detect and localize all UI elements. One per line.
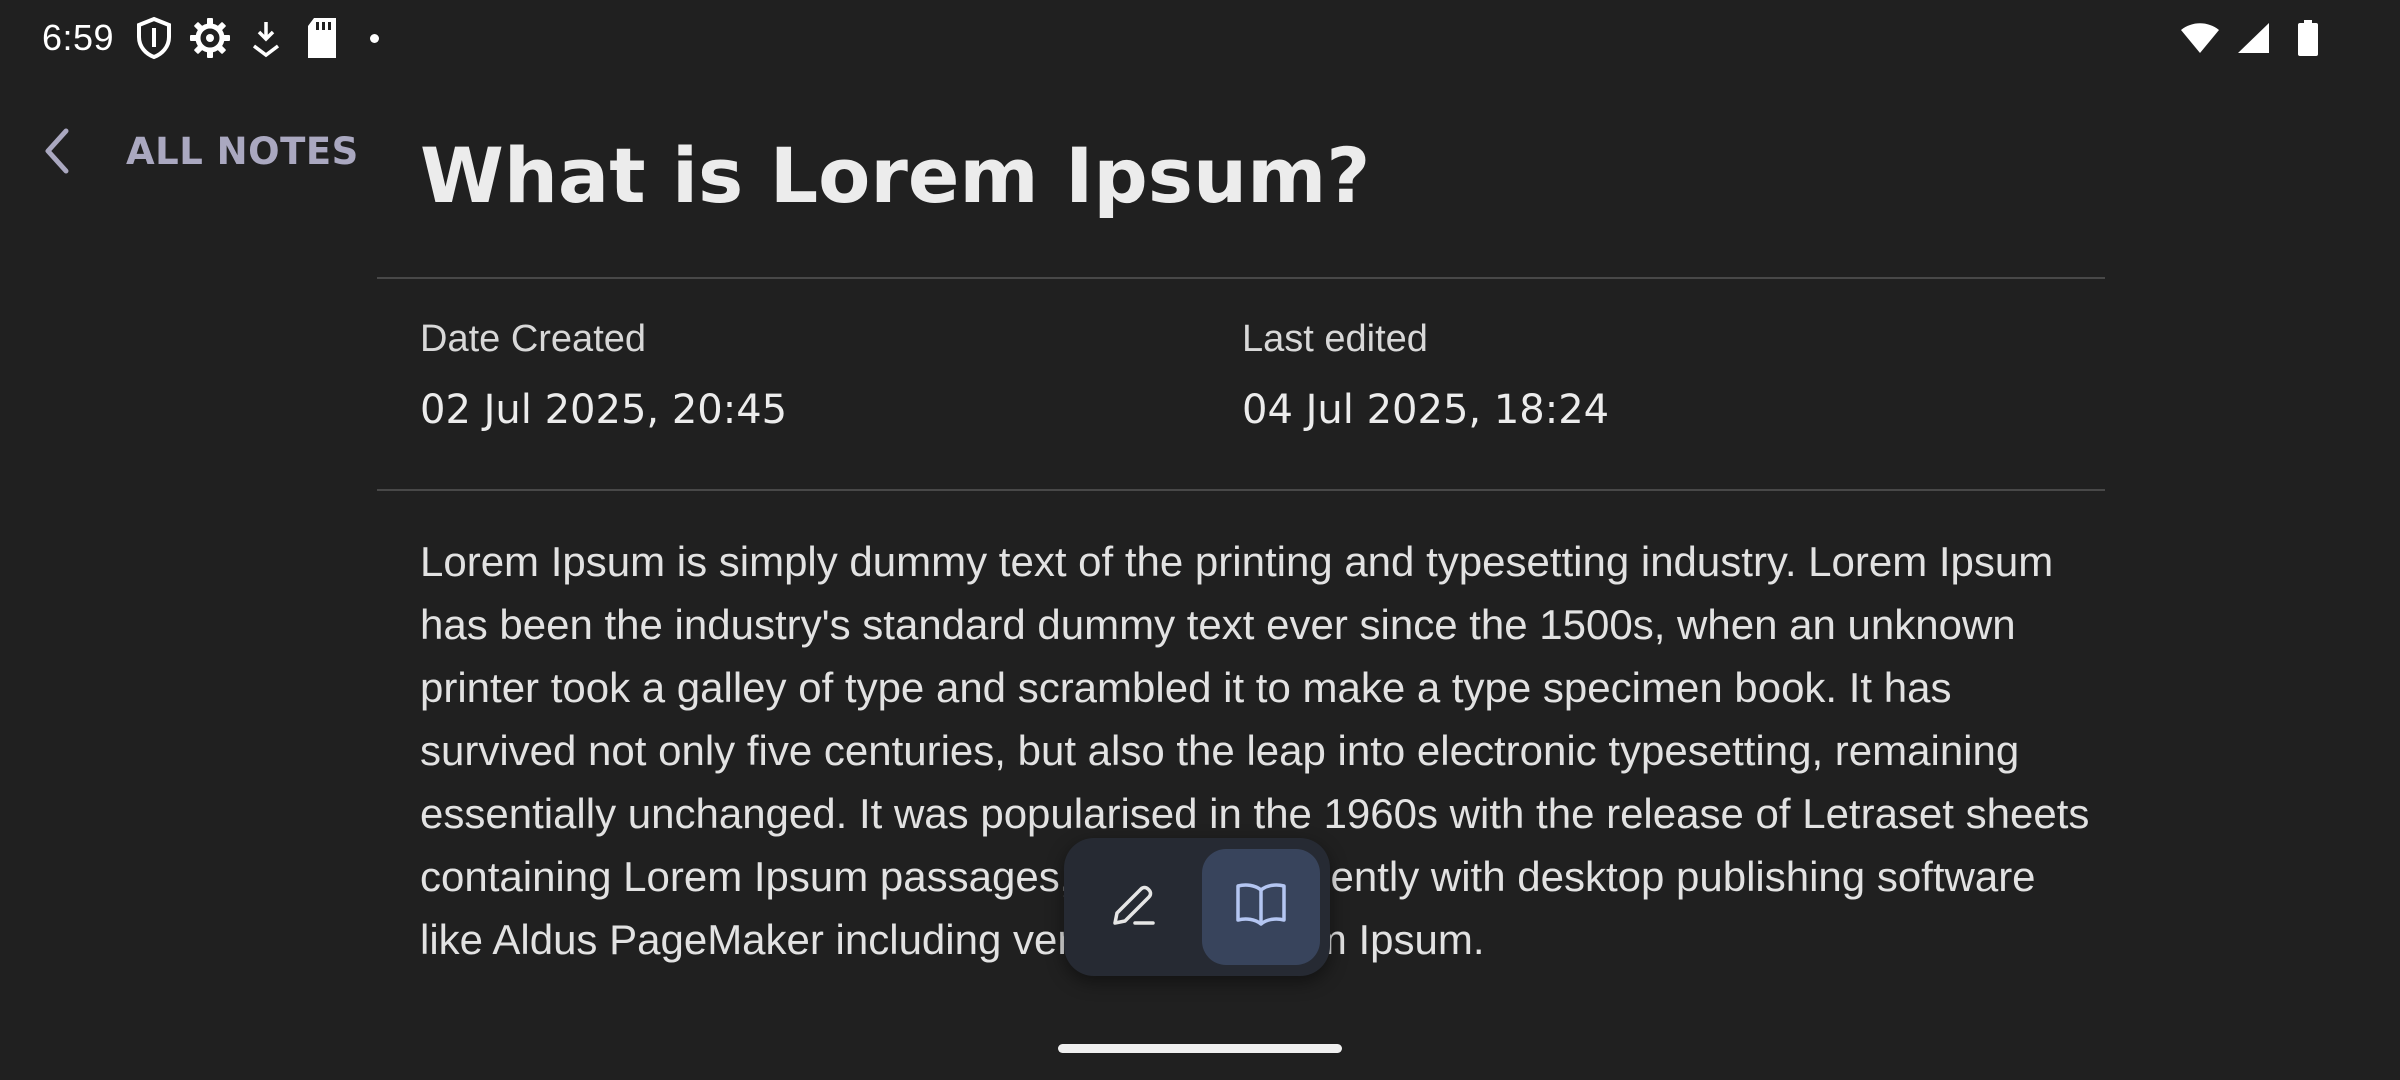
shield-icon [132,16,176,60]
mode-toolbar [1064,838,1330,976]
notification-dot [370,33,380,43]
back-label: ALL NOTES [126,129,359,173]
book-open-icon [1234,880,1288,934]
edit-mode-button[interactable] [1074,849,1192,965]
divider [377,489,2105,491]
status-time: 6:59 [42,17,115,58]
status-bar-right [2178,14,2330,62]
battery-icon [2286,16,2330,60]
download-icon [244,16,288,60]
status-bar: 6:59 [0,0,2400,76]
note-detail-screen: 6:59 ALL NOTES What is Lorem Ipsum? Date… [0,0,2400,1080]
note-title: What is Lorem Ipsum? [420,131,1371,220]
wifi-icon [2178,16,2222,60]
home-gesture-bar[interactable] [1058,1044,1342,1053]
gear-icon [188,16,232,60]
last-edited-block: Last edited 04 Jul 2025, 18:24 [1242,318,1609,433]
back-to-all-notes-button[interactable]: ALL NOTES [36,118,359,184]
cellular-signal-icon [2232,16,2276,60]
read-mode-button[interactable] [1202,849,1320,965]
divider [377,277,2105,279]
last-edited-label: Last edited [1242,318,1428,360]
date-created-block: Date Created 02 Jul 2025, 20:45 [420,318,787,433]
pencil-icon [1107,879,1159,935]
sd-card-icon [300,16,344,60]
last-edited-value: 04 Jul 2025, 18:24 [1242,387,1610,433]
date-created-label: Date Created [420,318,647,360]
date-created-value: 02 Jul 2025, 20:45 [420,387,788,433]
chevron-left-icon [36,123,76,179]
status-bar-left: 6:59 [42,14,380,62]
